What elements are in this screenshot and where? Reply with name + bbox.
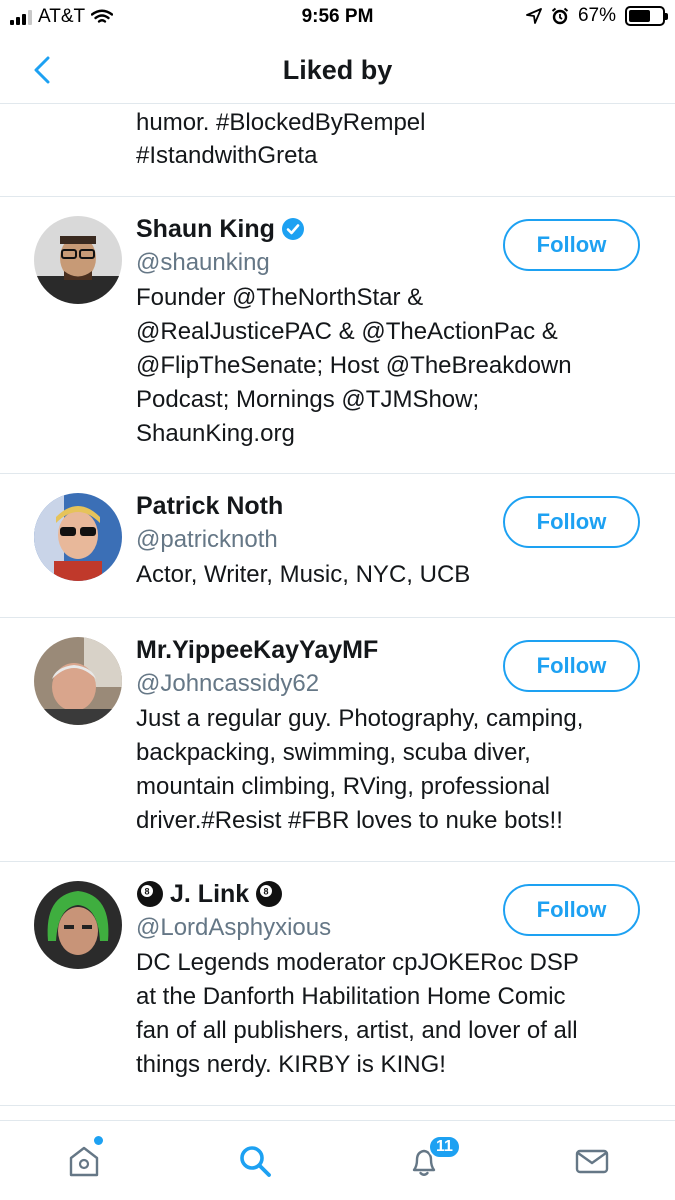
bio-line: @FlipTheSenate; Host @TheBreakdown (136, 352, 572, 379)
tab-home[interactable] (62, 1139, 106, 1183)
bio-line: #IstandwithGreta (136, 142, 318, 169)
user-row-lordasphyxious[interactable]: 8 J. Link 8 @LordAsphyxious DC Legends m… (0, 862, 675, 1106)
nav-header: Liked by (0, 36, 675, 104)
liked-by-list: humor. #BlockedByRempel #IstandwithGreta… (0, 105, 675, 1106)
page-title: Liked by (282, 55, 393, 85)
bio-line: things nerdy. KIRBY is KING! (136, 1051, 446, 1078)
user-bio: DC Legends moderator cpJOKERoc DSP at th… (136, 946, 655, 1082)
user-bio: Just a regular guy. Photography, camping… (136, 702, 655, 838)
alarm-icon (551, 7, 569, 25)
location-arrow-icon (526, 8, 542, 24)
messages-icon (575, 1149, 609, 1174)
battery-fill (629, 10, 651, 22)
bio-line: @RealJusticePAC & @TheActionPac & (136, 318, 558, 345)
bio-line: Actor, Writer, Music, NYC, UCB (136, 561, 471, 588)
tab-bar: 11 (0, 1120, 675, 1200)
bio-line: ShaunKing.org (136, 420, 295, 447)
status-right: 67% (526, 5, 668, 27)
tab-messages[interactable] (570, 1139, 614, 1183)
8-ball-icon: 8 (137, 881, 163, 907)
verified-badge-icon (281, 218, 304, 240)
user-row-johncassidy62[interactable]: Mr.YippeeKayYayMF @Johncassidy62 Just a … (0, 618, 675, 862)
follow-button[interactable]: Follow (503, 219, 640, 271)
search-icon (240, 1146, 271, 1177)
user-name: Mr.YippeeKayYayMF (136, 635, 379, 664)
user-name: Shaun King (136, 214, 275, 243)
home-unread-dot (94, 1136, 103, 1145)
avatar[interactable] (34, 881, 122, 969)
bio-line: Founder @TheNorthStar & (136, 284, 424, 311)
user-row-patricknoth[interactable]: Patrick Noth @patricknoth Actor, Writer,… (0, 474, 675, 618)
avatar[interactable] (34, 216, 122, 304)
bio-line: Just a regular guy. Photography, camping… (136, 705, 584, 732)
bio-line: Podcast; Mornings @TJMShow; (136, 386, 480, 413)
notifications-badge: 11 (428, 1135, 461, 1159)
bio-line: backpacking, swimming, scuba diver, (136, 739, 531, 766)
user-name: J. Link (170, 879, 250, 908)
status-bar: AT&T 9:56 PM 67% (0, 0, 675, 36)
svg-text:8: 8 (144, 887, 149, 897)
bio-line: fan of all publishers, artist, and lover… (136, 1017, 578, 1044)
tab-search[interactable] (233, 1139, 277, 1183)
bio-line: mountain climbing, RVing, professional (136, 773, 551, 800)
user-row-shaunking[interactable]: Shaun King @shaunking Founder @TheNorthS… (0, 197, 675, 474)
user-bio: Founder @TheNorthStar & @RealJusticePAC … (136, 281, 655, 451)
list-item-partial[interactable]: humor. #BlockedByRempel #IstandwithGreta (0, 105, 675, 197)
bio-line: humor. #BlockedByRempel (136, 109, 426, 136)
bio-line: DC Legends moderator cpJOKERoc DSP (136, 949, 579, 976)
home-icon (69, 1146, 99, 1177)
avatar[interactable] (34, 637, 122, 725)
bio-line: at the Danforth Habilitation Home Comic (136, 983, 566, 1010)
user-name: Patrick Noth (136, 491, 284, 520)
follow-button[interactable]: Follow (503, 884, 640, 936)
battery-percent: 67% (577, 5, 616, 26)
bio-line: driver.#Resist #FBR loves to nuke bots!! (136, 807, 563, 834)
follow-button[interactable]: Follow (503, 640, 640, 692)
follow-button[interactable]: Follow (503, 496, 640, 548)
svg-text:8: 8 (264, 887, 269, 897)
8-ball-icon: 8 (256, 881, 283, 907)
battery-icon (625, 6, 668, 26)
avatar[interactable] (34, 493, 122, 581)
user-bio: Actor, Writer, Music, NYC, UCB (136, 558, 655, 592)
